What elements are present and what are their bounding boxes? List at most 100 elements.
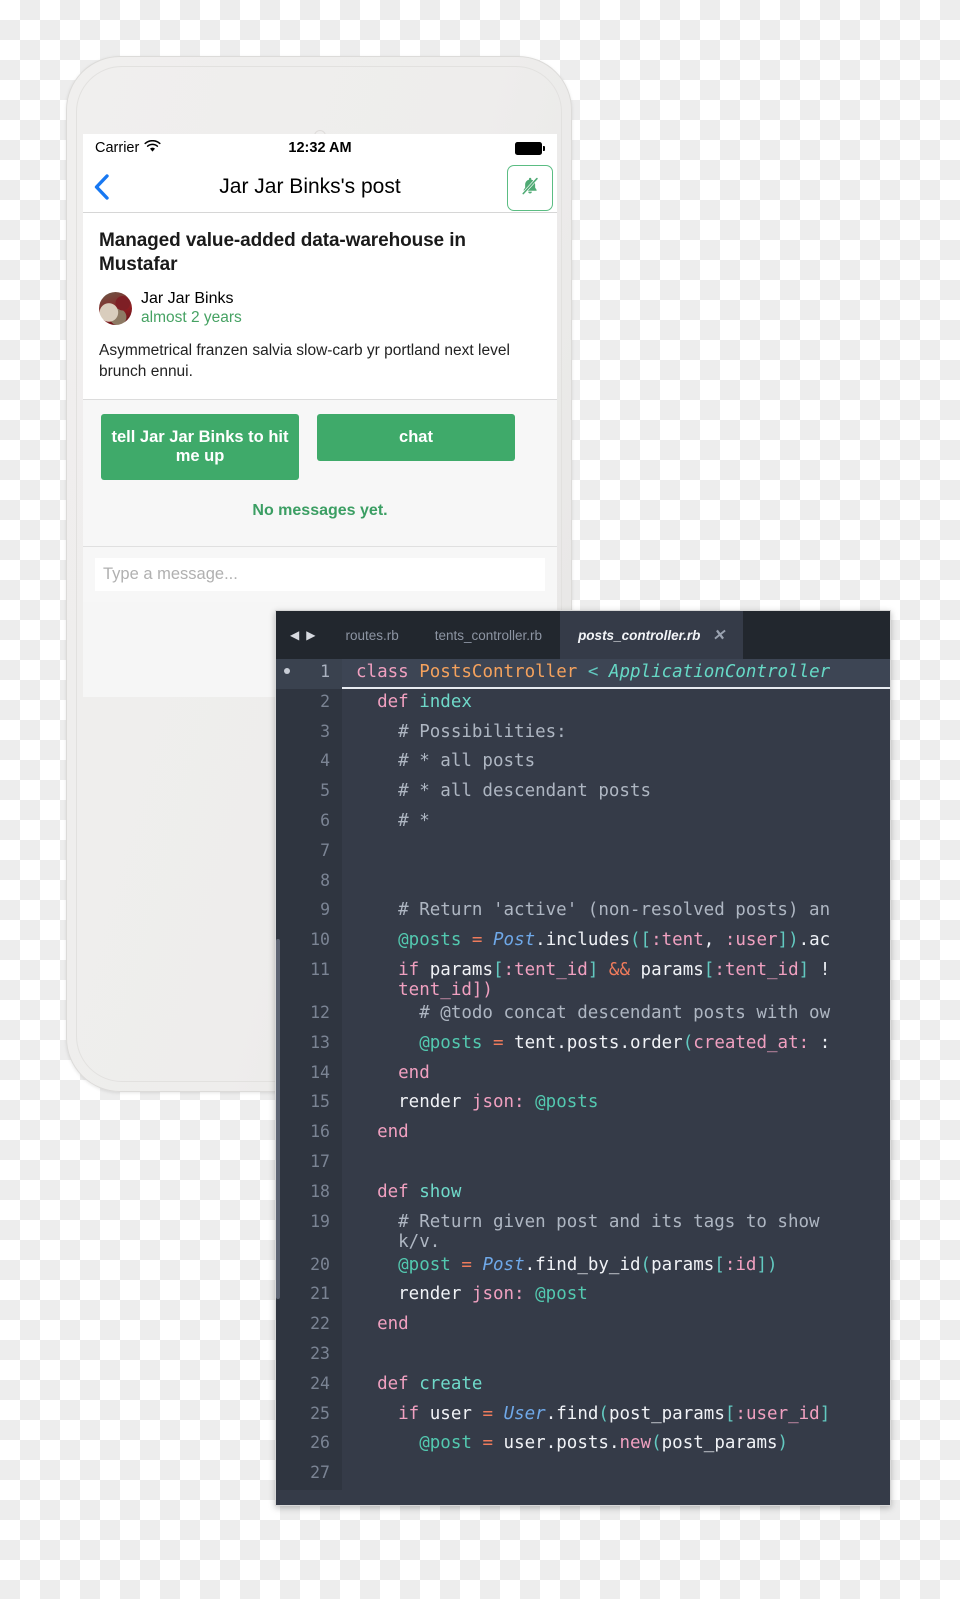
code-line[interactable]: 4 # * all posts <box>276 748 890 779</box>
code-line[interactable]: 10 @posts = Post.includes([:tent, :user]… <box>276 927 890 957</box>
code-line-text: if user = User.find(post_params[:user_id… <box>356 1403 831 1424</box>
code-line-text: # @todo concat descendant posts with ow <box>356 1002 831 1023</box>
code-line-text: end <box>356 1062 430 1083</box>
tab-label: routes.rb <box>345 627 399 643</box>
tab-routes-rb[interactable]: routes.rb <box>327 611 416 659</box>
code-line[interactable]: 9 # Return 'active' (non-resolved posts)… <box>276 897 890 928</box>
code-line-text: def index <box>356 691 472 712</box>
code-editor-window: ◀ ▶ routes.rb tents_controller.rb posts_… <box>275 610 891 1506</box>
code-line[interactable]: 14 end <box>276 1059 890 1090</box>
back-button[interactable] <box>93 173 123 201</box>
line-number: 3 <box>276 718 342 749</box>
line-number: 27 <box>276 1460 342 1490</box>
avatar[interactable] <box>99 291 132 325</box>
actions-row: tell Jar Jar Binks to hit me up chat <box>83 399 557 480</box>
chat-button[interactable]: chat <box>317 413 515 461</box>
code-line[interactable]: 7 <box>276 837 890 868</box>
line-number: 17 <box>276 1148 342 1179</box>
tab-nav-arrows[interactable]: ◀ ▶ <box>276 611 327 659</box>
tab-label: tents_controller.rb <box>434 627 543 643</box>
code-line[interactable]: 13 @posts = tent.posts.order(created_at:… <box>276 1029 890 1060</box>
page-title: Jar Jar Binks's post <box>219 175 401 198</box>
scrollbar-thumb[interactable] <box>276 939 280 1299</box>
code-line[interactable]: 5 # * all descendant posts <box>276 778 890 808</box>
code-line-text <box>342 868 890 898</box>
code-line[interactable]: 24 def create <box>276 1370 890 1401</box>
code-line[interactable]: 20 @post = Post.find_by_id(params[:id]) <box>276 1251 890 1282</box>
line-number: 5 <box>276 778 342 808</box>
tell-user-button[interactable]: tell Jar Jar Binks to hit me up <box>101 413 299 480</box>
code-line-text: @post = user.posts.new(post_params) <box>356 1433 789 1454</box>
code-line-text: # Return given post and its tags to show… <box>356 1211 820 1252</box>
code-line[interactable]: 22 end <box>276 1311 890 1341</box>
close-icon[interactable]: ✕ <box>712 626 725 644</box>
line-number: 12 <box>276 999 342 1030</box>
code-line-text: end <box>356 1122 409 1143</box>
line-number: 21 <box>276 1281 342 1312</box>
status-bar: Carrier 12:32 AM <box>83 134 557 162</box>
code-line[interactable]: 19 # Return given post and its tags to s… <box>276 1208 890 1252</box>
code-line-text <box>342 1460 890 1490</box>
code-line[interactable]: 3 # Possibilities: <box>276 718 890 749</box>
code-line[interactable]: 15 render json: @posts <box>276 1089 890 1120</box>
code-line[interactable]: 12 # @todo concat descendant posts with … <box>276 999 890 1030</box>
code-line-text: def show <box>356 1181 462 1202</box>
line-number: 6 <box>276 807 342 838</box>
code-line[interactable]: 17 <box>276 1148 890 1179</box>
carrier-label: Carrier <box>95 140 140 156</box>
triangle-right-icon[interactable]: ▶ <box>306 628 315 642</box>
code-line-text: class PostsController < ApplicationContr… <box>342 659 890 689</box>
tab-posts-controller-rb[interactable]: posts_controller.rb ✕ <box>560 611 743 659</box>
code-line[interactable]: 23 <box>276 1340 890 1371</box>
code-line-text: # Possibilities: <box>356 721 567 742</box>
code-line-text: end <box>356 1314 409 1335</box>
line-number: 25 <box>276 1400 342 1431</box>
code-line-text: # * <box>356 810 430 831</box>
code-line[interactable]: 27 <box>276 1460 890 1490</box>
line-number: 9 <box>276 897 342 928</box>
code-line[interactable]: 2 def index <box>276 688 890 719</box>
code-line[interactable]: 16 end <box>276 1119 890 1149</box>
line-number: 14 <box>276 1059 342 1090</box>
code-line[interactable]: 21 render json: @post <box>276 1281 890 1312</box>
code-line-text: # * all posts <box>356 751 536 772</box>
code-line-text: if params[:tent_id] && params[:tent_id] … <box>356 959 831 1000</box>
line-number: 15 <box>276 1089 342 1120</box>
wifi-icon <box>144 139 161 157</box>
breakpoint-marker-icon[interactable] <box>284 668 290 674</box>
message-input[interactable] <box>95 557 545 591</box>
carrier-group: Carrier <box>95 139 161 157</box>
line-number: 10 <box>276 927 342 957</box>
triangle-left-icon[interactable]: ◀ <box>290 628 299 642</box>
code-line[interactable]: 8 <box>276 867 890 898</box>
post-author-block: Jar Jar Binks almost 2 years <box>141 289 242 327</box>
code-line-text: def create <box>356 1373 483 1394</box>
line-number: 1 <box>276 659 342 689</box>
code-line[interactable]: 1 class PostsController < ApplicationCont… <box>276 659 890 689</box>
editor-scrollbar[interactable] <box>276 659 280 1505</box>
battery-icon <box>515 141 545 155</box>
editor-tab-bar: ◀ ▶ routes.rb tents_controller.rb posts_… <box>276 611 890 659</box>
code-line[interactable]: 26 @post = user.posts.new(post_params) <box>276 1430 890 1461</box>
code-line-text: # Return 'active' (non-resolved posts) a… <box>356 900 831 921</box>
code-line[interactable]: 18 def show <box>276 1178 890 1209</box>
code-line[interactable]: 11 if params[:tent_id] && params[:tent_i… <box>276 956 890 1000</box>
line-number: 7 <box>276 837 342 868</box>
line-number: 11 <box>276 956 342 1000</box>
tab-tents-controller-rb[interactable]: tents_controller.rb <box>417 611 560 659</box>
code-line-text: @post = Post.find_by_id(params[:id]) <box>356 1254 778 1275</box>
tab-label: posts_controller.rb <box>578 627 701 643</box>
line-number: 26 <box>276 1430 342 1461</box>
code-line[interactable]: 25 if user = User.find(post_params[:user… <box>276 1400 890 1431</box>
code-line-text <box>342 838 890 868</box>
empty-state-message: No messages yet. <box>83 479 557 546</box>
line-number: 19 <box>276 1208 342 1252</box>
code-line-text: render json: @posts <box>356 1092 599 1113</box>
code-content-area[interactable]: 1 class PostsController < ApplicationCont… <box>276 659 890 1505</box>
line-number: 22 <box>276 1311 342 1341</box>
message-composer <box>83 545 557 602</box>
post-author-name[interactable]: Jar Jar Binks <box>141 289 242 309</box>
mute-notifications-button[interactable] <box>507 165 553 211</box>
code-line-text <box>342 1341 890 1371</box>
code-line[interactable]: 6 # * <box>276 807 890 838</box>
